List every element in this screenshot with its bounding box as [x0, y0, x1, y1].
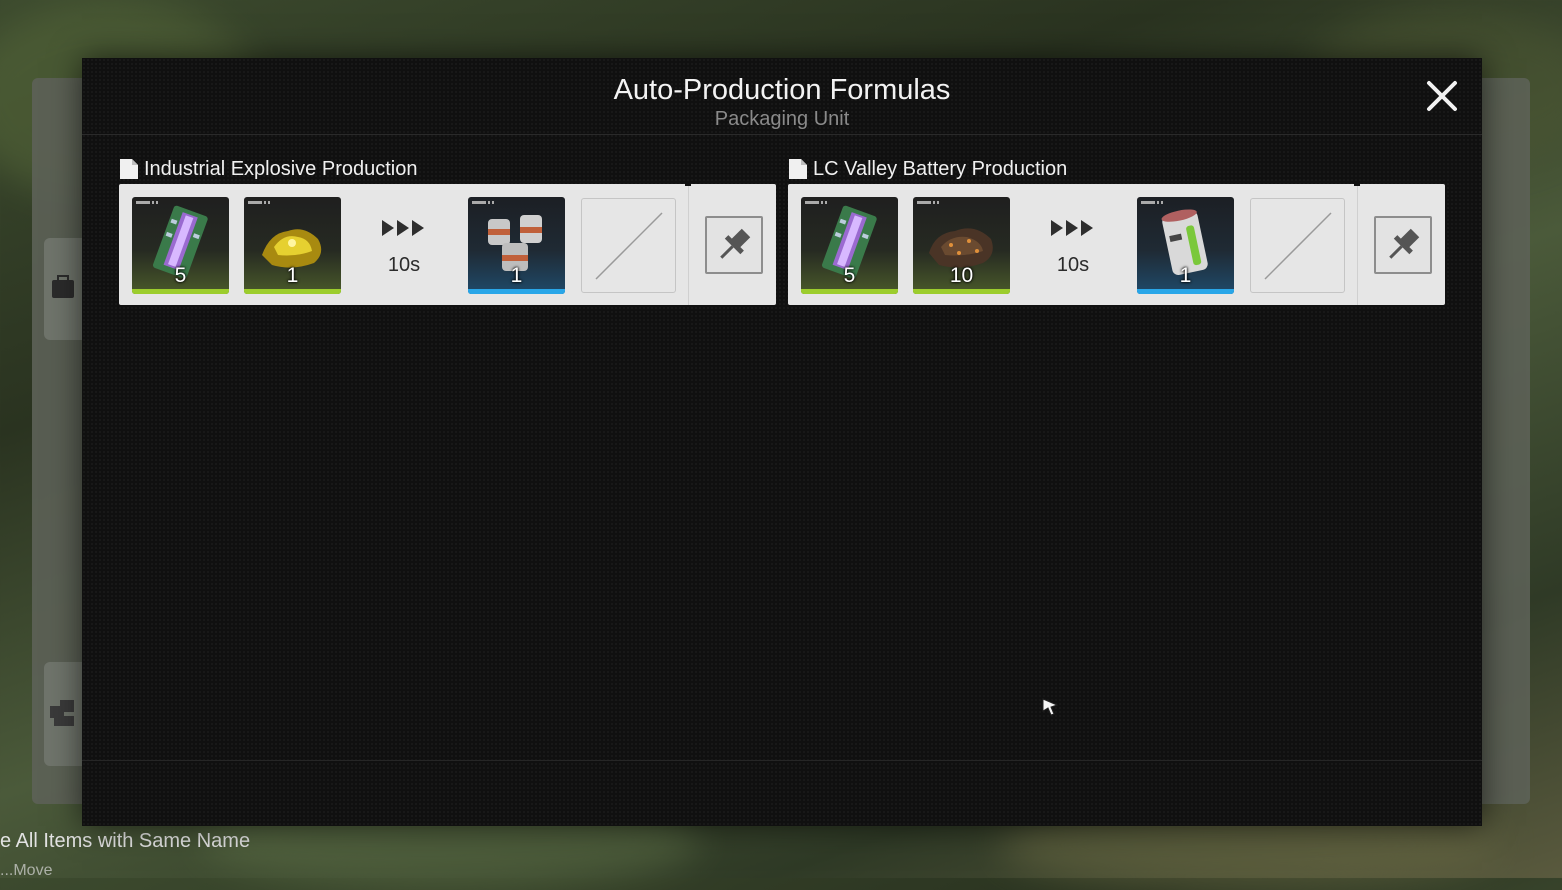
formula-lc-valley-battery: LC Valley Battery Production 5 10 10s 1 — [788, 154, 1445, 305]
fast-forward-icon — [382, 220, 424, 236]
item-quantity: 1 — [286, 264, 299, 287]
close-button[interactable] — [1424, 78, 1460, 114]
pin-formula-button[interactable] — [705, 216, 763, 274]
formula-industrial-explosive: Industrial Explosive Production 5 1 10s … — [119, 154, 776, 305]
rarity-bar — [1137, 289, 1234, 294]
item-quantity: 10 — [949, 264, 974, 287]
output-slot-explosive[interactable]: 1 — [468, 197, 565, 294]
document-icon — [789, 159, 807, 179]
pin-formula-button[interactable] — [1374, 216, 1432, 274]
item-quantity: 5 — [174, 264, 187, 287]
background-hint-text-2: ...Move — [0, 862, 53, 879]
production-time: 10s — [387, 254, 421, 276]
item-quantity: 1 — [510, 264, 523, 287]
close-icon — [1427, 81, 1457, 111]
background-tab-inventory — [44, 238, 82, 340]
input-slot-gold-ore[interactable]: 1 — [244, 197, 341, 294]
rarity-bar — [801, 289, 898, 294]
formula-card: 5 10 10s 1 — [788, 182, 1445, 305]
divider-notch — [1354, 182, 1360, 186]
empty-output-slot — [581, 198, 676, 293]
background-hint-text: e All Items with Same Name — [0, 830, 251, 852]
formula-title: Industrial Explosive Production — [119, 154, 776, 184]
dialog-footer-divider — [82, 760, 1482, 761]
background-tab-storage — [44, 662, 82, 766]
pin-icon — [1389, 228, 1420, 259]
process-arrows — [374, 218, 434, 243]
item-quantity: 1 — [1179, 264, 1192, 287]
auto-production-dialog: Auto-Production Formulas Packaging Unit … — [82, 58, 1482, 826]
formula-name: LC Valley Battery Production — [813, 157, 1068, 180]
process-arrows — [1043, 218, 1103, 243]
rarity-bar — [913, 289, 1010, 294]
production-time: 10s — [1056, 254, 1090, 276]
rarity-bar — [244, 289, 341, 294]
input-slot-dark-ore[interactable]: 10 — [913, 197, 1010, 294]
rarity-bar — [468, 289, 565, 294]
card-divider — [688, 184, 689, 305]
card-divider — [1357, 184, 1358, 305]
pin-icon — [720, 228, 751, 259]
fast-forward-icon — [1051, 220, 1093, 236]
dialog-title: Auto-Production Formulas — [613, 74, 951, 106]
empty-output-slot — [1250, 198, 1345, 293]
rarity-bar — [132, 289, 229, 294]
document-icon — [120, 159, 138, 179]
input-slot-circuit-board[interactable]: 5 — [801, 197, 898, 294]
dialog-subtitle: Packaging Unit — [714, 108, 850, 130]
output-slot-battery[interactable]: 1 — [1137, 197, 1234, 294]
mouse-cursor-icon — [1042, 698, 1058, 716]
item-quantity: 5 — [843, 264, 856, 287]
formula-card: 5 1 10s 1 — [119, 182, 776, 305]
formula-name: Industrial Explosive Production — [144, 157, 418, 180]
formula-title: LC Valley Battery Production — [788, 154, 1445, 184]
dialog-header: Auto-Production Formulas Packaging Unit — [82, 58, 1482, 135]
divider-notch — [685, 182, 691, 186]
input-slot-circuit-board[interactable]: 5 — [132, 197, 229, 294]
